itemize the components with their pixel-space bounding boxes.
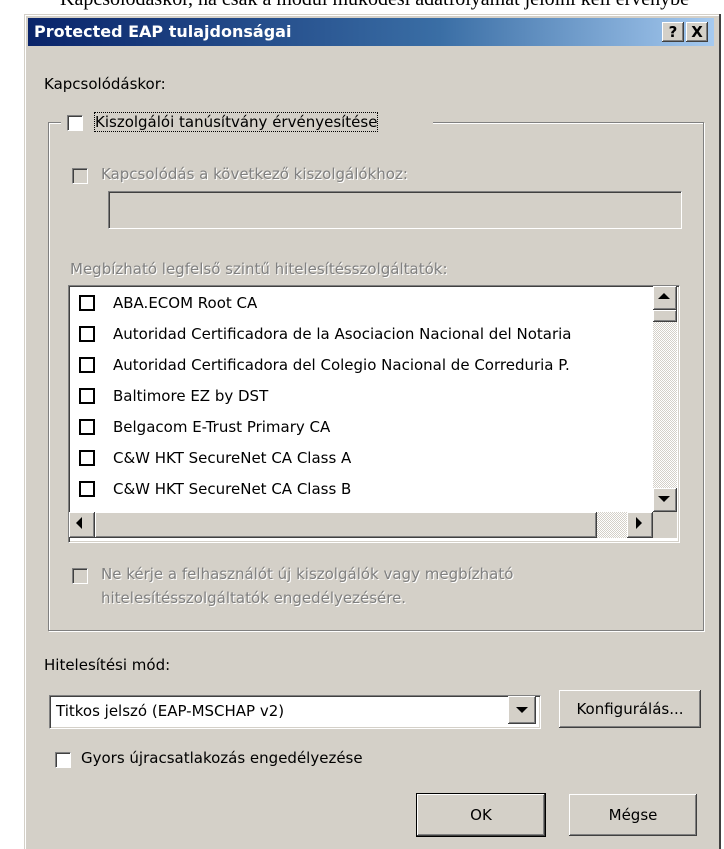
list-item-checkbox[interactable] — [79, 481, 95, 497]
configure-button-label: Konfigurálás... — [576, 700, 684, 718]
cancel-button-label: Mégse — [608, 806, 658, 824]
close-button[interactable]: X — [686, 22, 708, 42]
horizontal-scroll-track[interactable] — [597, 512, 627, 538]
list-item-label: Belgacom E-Trust Primary CA — [113, 418, 331, 436]
connect-label: Kapcsolódáskor: — [44, 75, 166, 93]
auth-method-selected: Titkos jelszó (EAP-MSCHAP v2) — [56, 702, 285, 720]
validate-cert-checkbox[interactable] — [67, 115, 83, 131]
list-item-checkbox[interactable] — [79, 419, 95, 435]
list-item[interactable]: Autoridad Certificadora del Colegio Naci… — [79, 352, 659, 382]
list-item-label: Autoridad Certificadora del Colegio Naci… — [113, 356, 570, 374]
trusted-ca-label: Megbízható legfelső szintű hitelesítéssz… — [70, 260, 448, 278]
arrow-right-icon — [636, 517, 642, 529]
list-item[interactable]: Baltimore EZ by DST — [79, 383, 659, 413]
list-item-label: C&W HKT SecureNet CA Class A — [113, 449, 352, 467]
auth-method-select[interactable]: Titkos jelszó (EAP-MSCHAP v2) — [49, 695, 541, 729]
list-item[interactable]: C&W HKT SecureNet CA Class B — [79, 476, 659, 506]
cancel-button[interactable]: Mégse — [569, 794, 697, 836]
list-item-checkbox[interactable] — [79, 357, 95, 373]
list-item-checkbox[interactable] — [79, 450, 95, 466]
configure-button[interactable]: Konfigurálás... — [559, 690, 701, 728]
list-item[interactable]: Belgacom E-Trust Primary CA — [79, 414, 659, 444]
arrow-left-icon — [76, 517, 82, 529]
scroll-right-button[interactable] — [627, 512, 653, 538]
no-prompt-label-line1: Ne kérje a felhasználót új kiszolgálók v… — [101, 565, 514, 583]
list-item-checkbox[interactable] — [79, 326, 95, 342]
fast-reconnect-label[interactable]: Gyors újracsatlakozás engedélyezése — [81, 749, 363, 767]
no-prompt-checkbox[interactable] — [72, 568, 88, 584]
auth-method-label: Hitelesítési mód: — [44, 656, 171, 674]
connect-servers-checkbox[interactable] — [72, 168, 88, 184]
list-item-label: Autoridad Certificadora de la Asociacion… — [113, 325, 572, 343]
chevron-down-icon — [516, 707, 528, 713]
dialog-window: Protected EAP tulajdonságai ? X Kapcsoló… — [24, 14, 719, 849]
connect-servers-label: Kapcsolódás a következő kiszolgálókhoz: — [101, 165, 408, 183]
vertical-scroll-thumb[interactable] — [653, 310, 677, 322]
list-item[interactable]: Autoridad Certificadora de la Asociacion… — [79, 321, 659, 351]
list-item-label: Baltimore EZ by DST — [113, 387, 269, 405]
list-item[interactable]: C&W HKT SecureNet CA Class A — [79, 445, 659, 475]
validate-cert-checkbox-row[interactable]: Kiszolgálói tanúsítvány érvényesítése — [61, 111, 433, 135]
list-item[interactable]: ABA.ECOM Root CA — [79, 290, 659, 320]
ok-button-label: OK — [470, 806, 492, 824]
horizontal-scroll-thumb[interactable] — [95, 512, 597, 538]
arrow-down-icon — [658, 496, 670, 502]
arrow-up-icon — [658, 293, 670, 299]
title-bar[interactable]: Protected EAP tulajdonságai ? X — [28, 18, 714, 46]
window-title: Protected EAP tulajdonságai — [34, 22, 292, 41]
list-item-label: C&W HKT SecureNet CA Class B — [113, 480, 352, 498]
background-text: Kapcsolódáskor, ha csak a modul működési… — [60, 0, 689, 11]
dropdown-button[interactable] — [508, 696, 536, 724]
scroll-left-button[interactable] — [69, 512, 95, 538]
no-prompt-label-line2: hitelesítésszolgáltatók engedélyezésére. — [101, 589, 407, 607]
scroll-up-button[interactable] — [653, 286, 677, 310]
ok-button[interactable]: OK — [416, 793, 546, 837]
fast-reconnect-checkbox[interactable] — [55, 752, 71, 768]
validate-cert-label-text: Kiszolgálói tanúsítvány érvényesítése — [95, 113, 378, 131]
validate-cert-label[interactable]: Kiszolgálói tanúsítvány érvényesítése — [93, 112, 379, 132]
help-button[interactable]: ? — [662, 22, 684, 42]
list-item-label: ABA.ECOM Root CA — [113, 294, 258, 312]
list-item-checkbox[interactable] — [79, 295, 95, 311]
connect-servers-input[interactable] — [108, 191, 682, 229]
trusted-ca-listbox[interactable]: ABA.ECOM Root CA Autoridad Certificadora… — [68, 285, 680, 543]
scroll-down-button[interactable] — [653, 488, 677, 512]
scroll-corner — [653, 512, 677, 538]
list-item-checkbox[interactable] — [79, 388, 95, 404]
